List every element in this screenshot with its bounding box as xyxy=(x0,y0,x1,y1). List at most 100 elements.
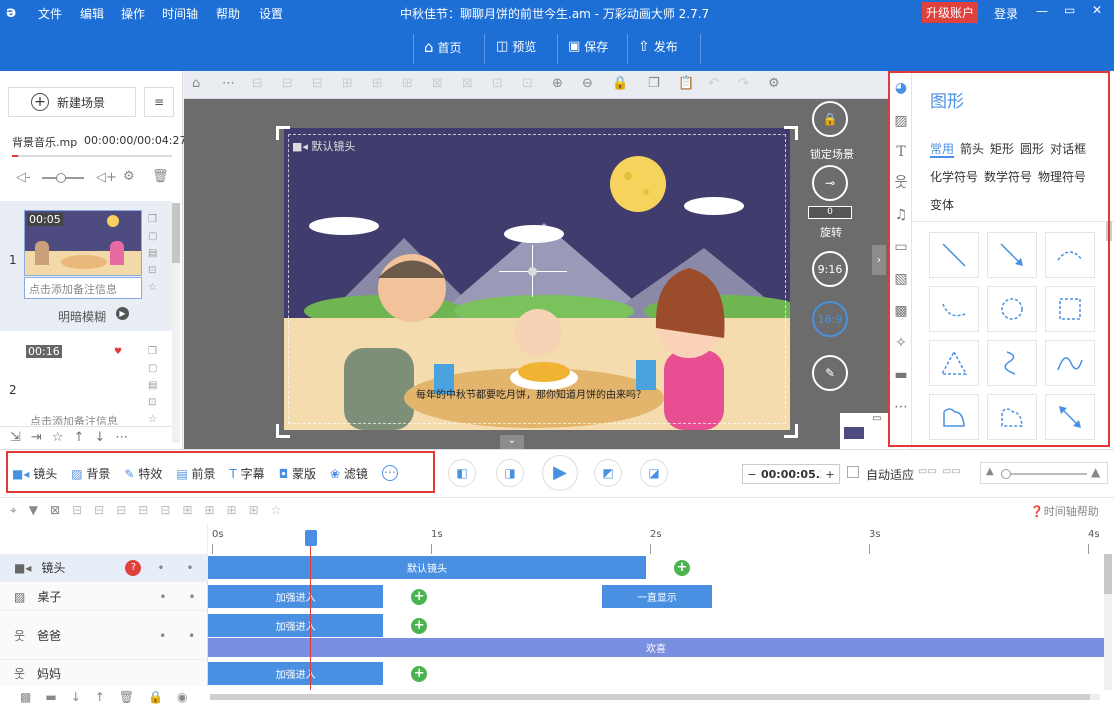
add-effect-icon[interactable]: + xyxy=(674,560,690,576)
menu-help[interactable]: 帮助 xyxy=(216,5,240,22)
timeline-help-link[interactable]: ❓时间轴帮助 xyxy=(1030,503,1099,519)
ratio-16-9-button[interactable]: 16:9 xyxy=(812,301,848,337)
save-button[interactable]: ▣ 保存 xyxy=(568,38,608,55)
align-top-icon[interactable]: ⊞ xyxy=(342,76,372,91)
new-scene-button[interactable]: + 新建场景 xyxy=(8,87,136,117)
add-effect-icon[interactable]: + xyxy=(411,589,428,605)
same-height-icon[interactable]: ⊡ xyxy=(522,76,552,91)
align-left-icon[interactable]: ⊟ xyxy=(72,503,82,518)
next-frame-button[interactable]: ◩ xyxy=(594,459,622,487)
zoom-out-icon[interactable]: ▲ xyxy=(986,466,994,477)
scrollbar-thumb[interactable] xyxy=(172,203,180,263)
copy-icon[interactable]: ❐ xyxy=(148,211,160,228)
scene-scrollbar[interactable] xyxy=(172,203,180,443)
time-ruler[interactable]: 0s 1s 2s 3s 4s xyxy=(208,524,1104,554)
paste-icon[interactable]: 📋 xyxy=(678,76,708,91)
group-icon[interactable]: ⊡ xyxy=(148,394,160,411)
zoom-slider[interactable]: ▲ ▲ xyxy=(980,462,1108,484)
menu-edit[interactable]: 编辑 xyxy=(80,5,104,22)
menu-operate[interactable]: 操作 xyxy=(121,5,145,22)
maximize-icon[interactable]: ▭ xyxy=(1064,3,1075,17)
minimap[interactable]: ▭ xyxy=(840,413,888,449)
timeline-v-scrollbar[interactable] xyxy=(1104,554,1112,690)
filter-icon[interactable]: ▼ xyxy=(29,503,38,518)
volume-slider-handle[interactable] xyxy=(56,173,66,183)
close-icon[interactable]: ✕ xyxy=(1092,3,1102,17)
eye-icon[interactable]: ◉ xyxy=(177,690,187,704)
track-row-dad[interactable]: 웃 爸爸 • • xyxy=(0,612,208,660)
play-transition-icon[interactable]: ▶ xyxy=(116,307,129,320)
distribute-icon[interactable]: ⊟ xyxy=(160,503,170,518)
move-up-icon[interactable]: ↑ xyxy=(73,430,84,445)
lock-icon[interactable]: 🔒 xyxy=(612,76,648,91)
crosshair[interactable] xyxy=(499,245,567,297)
volume-slider[interactable] xyxy=(42,173,84,183)
home-button[interactable]: ⌂ 首页 xyxy=(424,38,462,56)
lock-dot[interactable]: • xyxy=(188,590,195,604)
menu-file[interactable]: 文件 xyxy=(38,5,62,22)
play-button[interactable]: ▶ xyxy=(542,455,578,491)
copy-icon[interactable]: ❐ xyxy=(648,76,678,91)
export-icon[interactable]: ▤ xyxy=(148,245,160,262)
align-left-icon[interactable]: ⊟ xyxy=(252,76,282,91)
scene-thumbnail[interactable]: 00:05 xyxy=(24,210,142,276)
trash-icon[interactable]: ▢ xyxy=(148,360,160,377)
merge-icon[interactable]: ⊞ xyxy=(227,503,237,518)
split-icon[interactable]: ⊞ xyxy=(249,503,259,518)
add-effect-icon[interactable]: + xyxy=(411,666,428,682)
align-center-icon[interactable]: ⊟ xyxy=(282,76,312,91)
track-row-mom[interactable]: 웃 妈妈 xyxy=(0,660,208,688)
folder-icon[interactable]: ▬ xyxy=(45,690,56,704)
timeline-bar[interactable]: 加强进入 xyxy=(208,662,384,685)
upgrade-account-button[interactable]: 升级账户 xyxy=(922,2,979,23)
track-lanes[interactable]: 默认镜头 + 加强进入 一直显示 + 加强进入 + 欢喜 加强进入 + xyxy=(208,554,1104,690)
timeline-bar[interactable]: 默认镜头 xyxy=(208,556,646,579)
more-icon[interactable]: ⋯ xyxy=(222,76,252,91)
home-icon[interactable]: ⌂ xyxy=(192,76,222,91)
skip-end-button[interactable]: ◪ xyxy=(640,459,668,487)
canvas-area[interactable]: ■◂ 默认镜头 每年的中秋节都要吃月饼，那你知道月饼的由来吗？ 🔒 锁定场景 ⊸… xyxy=(184,99,888,449)
distribute-h-icon[interactable]: ⊠ xyxy=(432,76,462,91)
star-icon[interactable]: ☆ xyxy=(52,430,64,445)
scene-note-input[interactable]: 点击添加备注信息 xyxy=(30,413,140,425)
prev-frame-button[interactable]: ◨ xyxy=(496,459,524,487)
timeline-bar[interactable]: 加强进入 xyxy=(208,585,384,608)
import-icon[interactable]: ⇲ xyxy=(10,430,21,445)
login-button[interactable]: 登录 xyxy=(994,5,1018,22)
undo-icon[interactable]: ↶ xyxy=(708,76,738,91)
lock-icon[interactable]: 🔒 xyxy=(148,690,163,704)
subtitle-text[interactable]: 每年的中秋节都要吃月饼，那你知道月饼的由来吗？ xyxy=(416,386,646,401)
ratio-9-16-button[interactable]: 9:16 xyxy=(812,251,848,287)
scene-note-input[interactable]: 点击添加备注信息 xyxy=(24,277,142,299)
time-field[interactable]: 00:00:05.2 xyxy=(761,468,821,481)
add-effect-icon[interactable]: + xyxy=(411,618,428,634)
move-down-icon[interactable]: ↓ xyxy=(71,690,81,704)
more-icon[interactable]: ⋯ xyxy=(115,430,128,445)
zoom-track[interactable] xyxy=(1001,473,1087,475)
minimap-toggle-icon[interactable]: ▭ xyxy=(872,413,881,424)
time-stepper[interactable]: − 00:00:05.2 + xyxy=(742,464,840,484)
timeline-h-scrollbar[interactable] xyxy=(210,694,1100,700)
locate-icon[interactable]: ⌖ xyxy=(10,503,17,518)
stack-icon[interactable]: ⊞ xyxy=(182,503,192,518)
export-icon[interactable]: ▤ xyxy=(148,377,160,394)
favorite-icon[interactable]: ☆ xyxy=(271,503,282,518)
volume-up-icon[interactable]: ◁+ xyxy=(96,170,117,185)
timeline-bar[interactable]: 一直显示 xyxy=(602,585,712,608)
redo-icon[interactable]: ↷ xyxy=(738,76,768,91)
playhead-handle[interactable] xyxy=(304,530,317,546)
align-center-icon[interactable]: ⊟ xyxy=(94,503,104,518)
canvas-collapse-handle[interactable]: ⌄ xyxy=(500,435,524,449)
scrollbar-thumb[interactable] xyxy=(1104,554,1112,594)
same-width-icon[interactable]: ⊡ xyxy=(492,76,522,91)
playhead[interactable] xyxy=(304,530,317,690)
visibility-dot[interactable]: • xyxy=(157,561,164,575)
time-increase-button[interactable]: + xyxy=(821,468,839,481)
fit-width-icon[interactable]: ▭▭ xyxy=(918,466,937,477)
scene-item-2[interactable]: 2 00:16 ♥ 点击添加备注信息 ❐ ▢ ▤ ⊡ ☆ xyxy=(0,337,172,427)
music-progress-track[interactable] xyxy=(12,155,172,157)
lock-dot[interactable]: • xyxy=(186,561,193,575)
align-bottom-icon[interactable]: ⊞ xyxy=(402,76,432,91)
rotate-dial[interactable]: ⊸ xyxy=(812,165,848,201)
menu-settings[interactable]: 设置 xyxy=(259,5,283,22)
